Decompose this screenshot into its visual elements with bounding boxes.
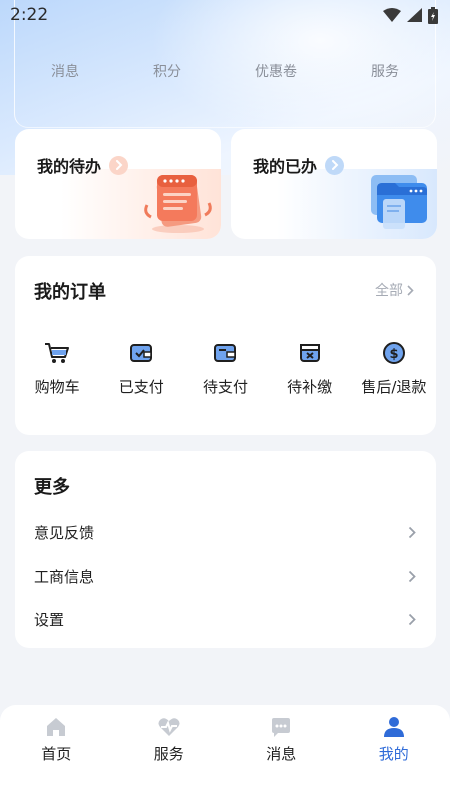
orders-all-link[interactable]: 全部: [375, 280, 414, 300]
chevron-right-icon: [407, 284, 414, 296]
order-item-supplement[interactable]: 待补缴: [268, 340, 352, 397]
order-items: 购物车 已支付 待支付 待补缴 $ 售后/退款: [15, 340, 436, 397]
more-item-label: 意见反馈: [34, 523, 95, 542]
status-bar: 2:22: [0, 0, 450, 30]
tab-label: 消息: [266, 745, 297, 763]
tab-label: 我的: [378, 745, 409, 763]
more-item-business-info[interactable]: 工商信息: [34, 561, 416, 591]
order-item-label: 购物车: [34, 378, 80, 396]
tab-messages[interactable]: 消息: [225, 705, 338, 800]
stat-messages[interactable]: 消息: [51, 61, 79, 81]
more-item-feedback[interactable]: 意见反馈: [34, 517, 416, 547]
order-item-label: 售后/退款: [361, 378, 427, 396]
cell-signal-icon: [407, 8, 422, 22]
more-title: 更多: [34, 477, 70, 498]
bottom-tab-bar: 首页 服务 消息 我的: [0, 705, 450, 800]
tab-services[interactable]: 服务: [113, 705, 226, 800]
wallet-icon: [212, 340, 238, 366]
orders-all-label: 全部: [375, 283, 403, 299]
order-item-label: 待补缴: [287, 378, 333, 396]
stat-points[interactable]: 积分: [153, 61, 181, 81]
done-title-text: 我的已办: [253, 157, 318, 176]
order-item-paid[interactable]: 已支付: [99, 340, 183, 397]
more-item-label: 工商信息: [34, 567, 95, 586]
shopping-cart-icon: [44, 340, 70, 366]
chevron-right-icon: [325, 155, 345, 175]
dollar-circle-icon: $: [381, 340, 407, 366]
stat-coupons[interactable]: 优惠卷: [255, 61, 297, 81]
chevron-right-icon: [408, 613, 416, 625]
chat-bubble-icon: [272, 718, 291, 737]
status-time: 2:22: [10, 5, 49, 25]
more-item-label: 设置: [34, 610, 65, 629]
order-item-refund[interactable]: $ 售后/退款: [352, 340, 436, 397]
wallet-check-icon: [128, 340, 154, 366]
todo-card[interactable]: 我的待办: [15, 129, 221, 239]
tab-label: 服务: [153, 745, 184, 763]
done-card-title: 我的已办: [253, 153, 345, 177]
home-icon: [47, 718, 66, 736]
more-item-settings[interactable]: 设置: [34, 604, 416, 634]
todo-document-icon: [144, 175, 212, 233]
order-item-label: 待支付: [202, 378, 248, 396]
status-icons: [383, 6, 438, 24]
todo-title-text: 我的待办: [37, 157, 102, 176]
chevron-right-icon: [408, 570, 416, 582]
order-item-unpaid[interactable]: 待支付: [183, 340, 267, 397]
stats-row: 消息 积分 优惠卷 服务: [14, 58, 436, 84]
tab-label: 首页: [41, 745, 72, 763]
done-folder-icon: [371, 175, 427, 229]
svg-text:$: $: [389, 347, 398, 362]
more-card: 更多 意见反馈 工商信息 设置: [15, 451, 436, 648]
order-item-cart[interactable]: 购物车: [15, 340, 99, 397]
tab-home[interactable]: 首页: [0, 705, 113, 800]
wifi-icon: [383, 8, 401, 22]
heart-pulse-icon: [158, 718, 180, 736]
done-card[interactable]: 我的已办: [231, 129, 437, 239]
stat-services[interactable]: 服务: [371, 61, 399, 81]
tab-profile[interactable]: 我的: [338, 705, 450, 800]
orders-title: 我的订单: [34, 282, 106, 303]
user-icon: [383, 717, 404, 737]
battery-icon: [428, 6, 438, 24]
wallet-close-icon: [297, 340, 323, 366]
chevron-right-icon: [109, 155, 129, 175]
orders-card: 我的订单 全部 购物车 已支付 待支付 待补缴 $ 售后/退款: [15, 256, 436, 435]
chevron-right-icon: [408, 526, 416, 538]
order-item-label: 已支付: [118, 378, 164, 396]
todo-card-title: 我的待办: [37, 153, 129, 177]
